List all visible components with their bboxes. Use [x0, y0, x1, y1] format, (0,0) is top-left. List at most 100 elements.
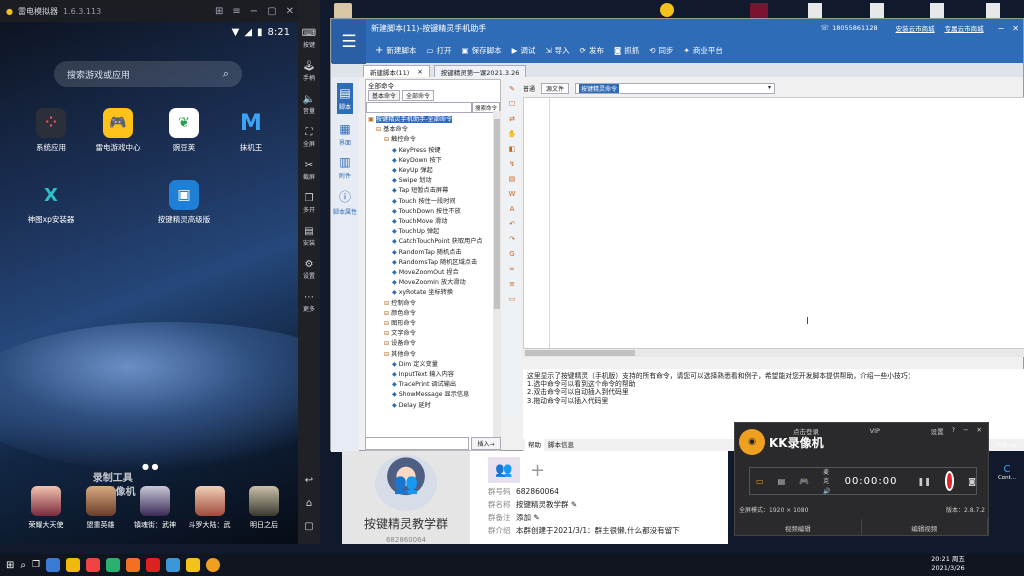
desktop-icon[interactable] [986, 3, 1000, 19]
command-tree-node[interactable]: ◆ xyRotate 坐标转换 [366, 288, 500, 298]
edit-tool-icon[interactable]: ↷ [509, 235, 515, 243]
command-tree-node[interactable]: ◆ Swipe 划动 [366, 176, 500, 186]
add-member-icon[interactable]: + [530, 461, 545, 479]
command-tree-node[interactable]: ◆ TouchDown 按住不放 [366, 207, 500, 217]
app-wandoujia[interactable]: ❦ 豌豆荚 [156, 108, 212, 153]
desktop-icon[interactable] [334, 3, 352, 19]
command-tree-node[interactable]: ◆ KeyPress 按键 [366, 146, 500, 156]
edit-tool-icon[interactable]: ☐ [509, 100, 515, 108]
app-game-center[interactable]: 🎮 雷电游戏中心 [90, 108, 146, 153]
edit-tool-icon[interactable]: A [510, 205, 515, 213]
command-tree-node[interactable]: ◆ ShowMessage 显示信息 [366, 390, 500, 400]
command-tree-node[interactable]: ⊟ 颜色命令 [366, 309, 500, 319]
command-tree-node[interactable]: ◆ RandomTap 随机点击 [366, 248, 500, 258]
desktop-icon[interactable] [808, 3, 822, 19]
edit-tool-icon[interactable]: ▭ [509, 295, 516, 303]
side-button-more[interactable]: ⋯ 更多 [303, 292, 315, 313]
capture-button[interactable]: ◙ 抓抓 [614, 45, 639, 56]
nav-attachment[interactable]: ▥ 附件 [339, 155, 351, 180]
menu-icon[interactable]: ≡ [232, 6, 240, 17]
link-cloud-store[interactable]: 安装云市商城 [896, 23, 935, 33]
dock-app-4[interactable]: 斗罗大陆：武 [184, 486, 236, 532]
command-tree-node[interactable]: ⊟ 设备命令 [366, 339, 500, 349]
desktop-icon[interactable] [660, 3, 674, 17]
taskbar-app-icon[interactable] [206, 558, 221, 572]
scrollbar-thumb[interactable] [525, 350, 635, 356]
command-tree-node[interactable]: ◆ KeyDown 按下 [366, 156, 500, 166]
command-tree-node[interactable]: ◆ Tap 短暂点击屏幕 [366, 186, 500, 196]
desktop-icon[interactable]: C Cont... [996, 464, 1018, 484]
side-button-keys[interactable]: ⌨ 按键 [302, 28, 316, 49]
nav-recent-button[interactable]: ▢ [304, 521, 313, 532]
scrollbar-thumb[interactable] [494, 119, 500, 309]
edit-tool-icon[interactable]: ◧ [509, 145, 516, 153]
pause-icon[interactable]: ❚❚ [918, 477, 931, 486]
screen-mode-icon[interactable]: ▭ [756, 477, 764, 486]
side-button-volume[interactable]: 🔈 音量 [303, 94, 315, 115]
video-list-button[interactable]: 视频编辑 [735, 519, 862, 536]
code-editor[interactable]: I [523, 97, 1024, 349]
search-icon[interactable]: ⌕ [20, 560, 26, 571]
side-button-multi[interactable]: ❐ 多开 [303, 193, 315, 214]
app-anjian-pro[interactable]: ▣ 按键精灵高级版 [156, 180, 212, 225]
minimize-icon[interactable]: − [250, 6, 258, 17]
insert-button[interactable]: 插入→ [471, 437, 501, 450]
editor-horizontal-scrollbar[interactable] [523, 349, 1024, 357]
desktop-icon[interactable]: ▦ 开发.rar [996, 430, 1018, 450]
command-tree-node[interactable]: ◆ MoveZoomIn 放大滑动 [366, 278, 500, 288]
taskbar-app-icon[interactable] [146, 558, 161, 572]
game-mode-icon[interactable]: 🎮 [799, 477, 809, 486]
window-mode-icon[interactable]: ▤ [778, 477, 786, 486]
tab-new-script[interactable]: 新建脚本(11) ✕ [363, 65, 430, 77]
task-view-icon[interactable]: ❐ [32, 560, 40, 570]
command-tree-node[interactable]: ⊟ 控制命令 [366, 299, 500, 309]
side-button-settings[interactable]: ⚙ 设置 [303, 259, 315, 280]
command-tree-node[interactable]: ⊟ 图形命令 [366, 319, 500, 329]
maximize-icon[interactable]: ▢ [267, 6, 276, 17]
taskbar-app-icon[interactable] [126, 558, 141, 572]
command-tree-node[interactable]: ▣ 按键精灵手机助手-全部命令 [366, 115, 500, 125]
app-xposed-installer[interactable]: X 神图xp安装器 [23, 180, 79, 225]
side-button-fullscreen[interactable]: ⛶ 全屏 [303, 127, 315, 148]
side-button-install[interactable]: ▤ 安装 [303, 226, 315, 247]
member-avatar[interactable]: 👥 [488, 457, 520, 483]
nav-home-button[interactable]: ⌂ [306, 498, 312, 509]
kk-vip-badge[interactable]: VIP [870, 427, 880, 435]
edit-video-button[interactable]: 编辑视频 [862, 519, 988, 536]
nav-properties[interactable]: ⓘ 脚本属性 [333, 188, 357, 216]
taskbar-app-icon[interactable] [66, 558, 81, 572]
group-avatar[interactable]: 👥 [375, 455, 437, 511]
taskbar-app-icon[interactable] [46, 558, 61, 572]
edit-tool-icon[interactable]: ✎ [509, 85, 515, 93]
desktop-icon[interactable] [930, 3, 944, 19]
tab-help[interactable]: 帮助 [525, 439, 544, 451]
kk-settings-link[interactable]: 设置 [931, 426, 944, 436]
close-icon[interactable]: ✕ [977, 426, 982, 436]
close-icon[interactable]: ✕ [417, 68, 422, 76]
new-script-button[interactable]: + 新建脚本 [375, 45, 416, 56]
edit-tool-icon[interactable]: ∞ [509, 265, 515, 273]
nav-interface[interactable]: ▦ 界面 [339, 122, 351, 147]
mode-source[interactable]: 源文件 [541, 82, 570, 94]
sync-button[interactable]: ⟲ 同步 [649, 45, 673, 56]
command-tree-scrollbar[interactable] [493, 111, 501, 437]
command-tree-node[interactable]: ◆ TouchUp 弹起 [366, 227, 500, 237]
tab-lesson-one[interactable]: 按键精灵第一课2021.3.26 [433, 65, 527, 77]
app-system[interactable]: ⁘ 系统应用 [23, 108, 79, 153]
taskbar-app-icon[interactable] [106, 558, 121, 572]
command-insert-input[interactable] [365, 437, 469, 450]
open-button[interactable]: ▭ 打开 [426, 45, 451, 56]
tab-script-info[interactable]: 脚本信息 [548, 439, 574, 451]
start-icon[interactable]: ⊞ [6, 560, 14, 571]
command-tree-node[interactable]: ⊟ 基本命令 [366, 125, 500, 135]
edit-tool-icon[interactable]: ▤ [509, 175, 516, 183]
dock-app-3[interactable]: 镇魂街：武神 [129, 486, 181, 532]
command-tree-node[interactable]: ◆ TouchMove 滑动 [366, 217, 500, 227]
help-icon[interactable]: ? [952, 426, 955, 436]
minimize-icon[interactable]: − [963, 426, 968, 436]
command-tree-node[interactable]: ◆ TracePrint 调试输出 [366, 380, 500, 390]
side-button-gamepad[interactable]: 🕹 手柄 [303, 61, 316, 82]
desktop-icon[interactable] [750, 3, 768, 19]
tab-all-commands[interactable]: 全部命令 [402, 90, 435, 101]
minimize-icon[interactable]: − [998, 24, 1005, 33]
